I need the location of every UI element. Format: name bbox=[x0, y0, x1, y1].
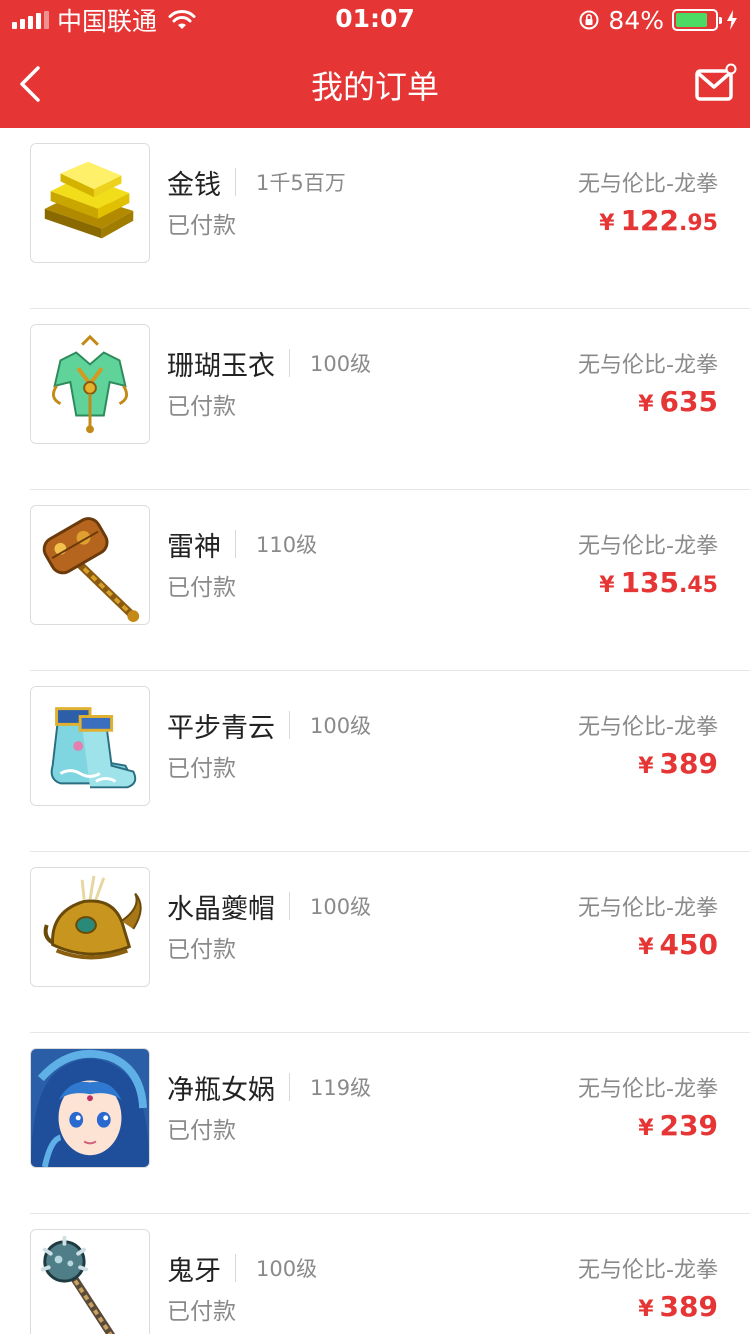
status-bar: 中国联通 01:07 84% bbox=[0, 0, 750, 40]
divider bbox=[289, 349, 290, 377]
battery-percent: 84% bbox=[608, 5, 664, 35]
price-integer: 135 bbox=[620, 566, 680, 599]
order-status: 已付款 bbox=[167, 213, 236, 239]
order-status: 已付款 bbox=[167, 575, 236, 601]
item-name: 雷神 bbox=[167, 531, 221, 563]
order-item[interactable]: 雷神 110级 已付款 无与伦比-龙拳 ¥135.45 bbox=[0, 490, 750, 671]
currency-symbol: ¥ bbox=[638, 1116, 654, 1141]
currency-symbol: ¥ bbox=[638, 935, 654, 960]
server-name: 无与伦比-龙拳 bbox=[578, 1258, 718, 1283]
divider bbox=[235, 168, 236, 196]
order-item[interactable]: 金钱 1千5百万 已付款 无与伦比-龙拳 ¥122.95 bbox=[0, 128, 750, 309]
item-name: 净瓶女娲 bbox=[167, 1074, 275, 1106]
order-price: ¥389 bbox=[638, 747, 718, 780]
item-spec: 119级 bbox=[310, 1076, 372, 1100]
item-spec: 110级 bbox=[256, 533, 318, 557]
item-name: 水晶夔帽 bbox=[167, 893, 275, 925]
order-item[interactable]: 鬼牙 100级 已付款 无与伦比-龙拳 ¥389 bbox=[0, 1214, 750, 1334]
currency-symbol: ¥ bbox=[638, 392, 654, 417]
order-status: 已付款 bbox=[167, 1118, 236, 1144]
item-image bbox=[31, 325, 149, 443]
order-status: 已付款 bbox=[167, 394, 236, 420]
item-thumbnail bbox=[30, 143, 150, 263]
item-thumbnail bbox=[30, 867, 150, 987]
item-image bbox=[31, 1049, 149, 1167]
item-image bbox=[31, 868, 149, 986]
order-price: ¥635 bbox=[638, 385, 718, 418]
item-thumbnail bbox=[30, 1229, 150, 1334]
messages-button[interactable] bbox=[694, 62, 738, 104]
currency-symbol: ¥ bbox=[599, 573, 615, 598]
currency-symbol: ¥ bbox=[599, 211, 615, 236]
price-integer: 122 bbox=[620, 204, 680, 237]
divider bbox=[289, 892, 290, 920]
item-spec: 100级 bbox=[310, 895, 372, 919]
item-thumbnail bbox=[30, 324, 150, 444]
mail-icon bbox=[695, 63, 737, 101]
order-price: ¥122.95 bbox=[599, 204, 718, 237]
item-spec: 100级 bbox=[310, 714, 372, 738]
server-name: 无与伦比-龙拳 bbox=[578, 353, 718, 378]
price-integer: 389 bbox=[659, 1290, 718, 1323]
header: 中国联通 01:07 84% 我的订单 bbox=[0, 0, 750, 128]
order-status: 已付款 bbox=[167, 756, 236, 782]
order-price: ¥135.45 bbox=[599, 566, 718, 599]
price-integer: 450 bbox=[659, 928, 718, 961]
order-item[interactable]: 净瓶女娲 119级已付款 无与伦比-龙拳 ¥239 bbox=[0, 1033, 750, 1214]
item-name: 珊瑚玉衣 bbox=[167, 350, 275, 382]
order-price: ¥389 bbox=[638, 1290, 718, 1323]
price-decimal: .95 bbox=[679, 211, 718, 236]
orientation-lock-icon bbox=[579, 10, 599, 30]
currency-symbol: ¥ bbox=[638, 1297, 654, 1322]
currency-symbol: ¥ bbox=[638, 754, 654, 779]
order-item[interactable]: 平步青云 100级已付款 无与伦比-龙拳 ¥389 bbox=[0, 671, 750, 852]
server-name: 无与伦比-龙拳 bbox=[578, 715, 718, 740]
order-price: ¥239 bbox=[638, 1109, 718, 1142]
price-integer: 389 bbox=[659, 747, 718, 780]
item-name: 平步青云 bbox=[167, 712, 275, 744]
item-image bbox=[31, 144, 149, 262]
order-item[interactable]: 珊瑚玉衣 100级已付款 无与伦比-龙拳 ¥635 bbox=[0, 309, 750, 490]
item-spec: 100级 bbox=[256, 1257, 318, 1281]
item-name: 金钱 bbox=[167, 169, 221, 201]
price-integer: 635 bbox=[659, 385, 718, 418]
divider bbox=[289, 1073, 290, 1101]
server-name: 无与伦比-龙拳 bbox=[578, 534, 718, 559]
battery-icon bbox=[672, 9, 722, 31]
item-image bbox=[31, 687, 149, 805]
server-name: 无与伦比-龙拳 bbox=[578, 172, 718, 197]
divider bbox=[289, 711, 290, 739]
order-status: 已付款 bbox=[167, 937, 236, 963]
item-image bbox=[31, 506, 149, 624]
item-spec: 100级 bbox=[310, 352, 372, 376]
order-list: 金钱 1千5百万 已付款 无与伦比-龙拳 ¥122.95 珊瑚玉衣 100级 已付款 无与伦比-… bbox=[0, 128, 750, 1334]
item-spec: 1千5百万 bbox=[256, 171, 346, 195]
server-name: 无与伦比-龙拳 bbox=[578, 1077, 718, 1102]
page-title: 我的订单 bbox=[310, 68, 439, 106]
order-status: 已付款 bbox=[167, 1299, 236, 1325]
price-integer: 239 bbox=[659, 1109, 718, 1142]
item-thumbnail bbox=[30, 1048, 150, 1168]
charging-bolt-icon bbox=[727, 10, 737, 30]
item-thumbnail bbox=[30, 505, 150, 625]
item-name: 鬼牙 bbox=[167, 1255, 221, 1287]
price-decimal: .45 bbox=[679, 573, 718, 598]
item-thumbnail bbox=[30, 686, 150, 806]
divider bbox=[235, 530, 236, 558]
server-name: 无与伦比-龙拳 bbox=[578, 896, 718, 921]
order-item[interactable]: 水晶夔帽 100级已付款 无与伦比-龙拳 ¥450 bbox=[0, 852, 750, 1033]
navigation-bar: 我的订单 bbox=[0, 40, 750, 128]
divider bbox=[235, 1254, 236, 1282]
order-price: ¥450 bbox=[638, 928, 718, 961]
item-image bbox=[31, 1230, 149, 1334]
